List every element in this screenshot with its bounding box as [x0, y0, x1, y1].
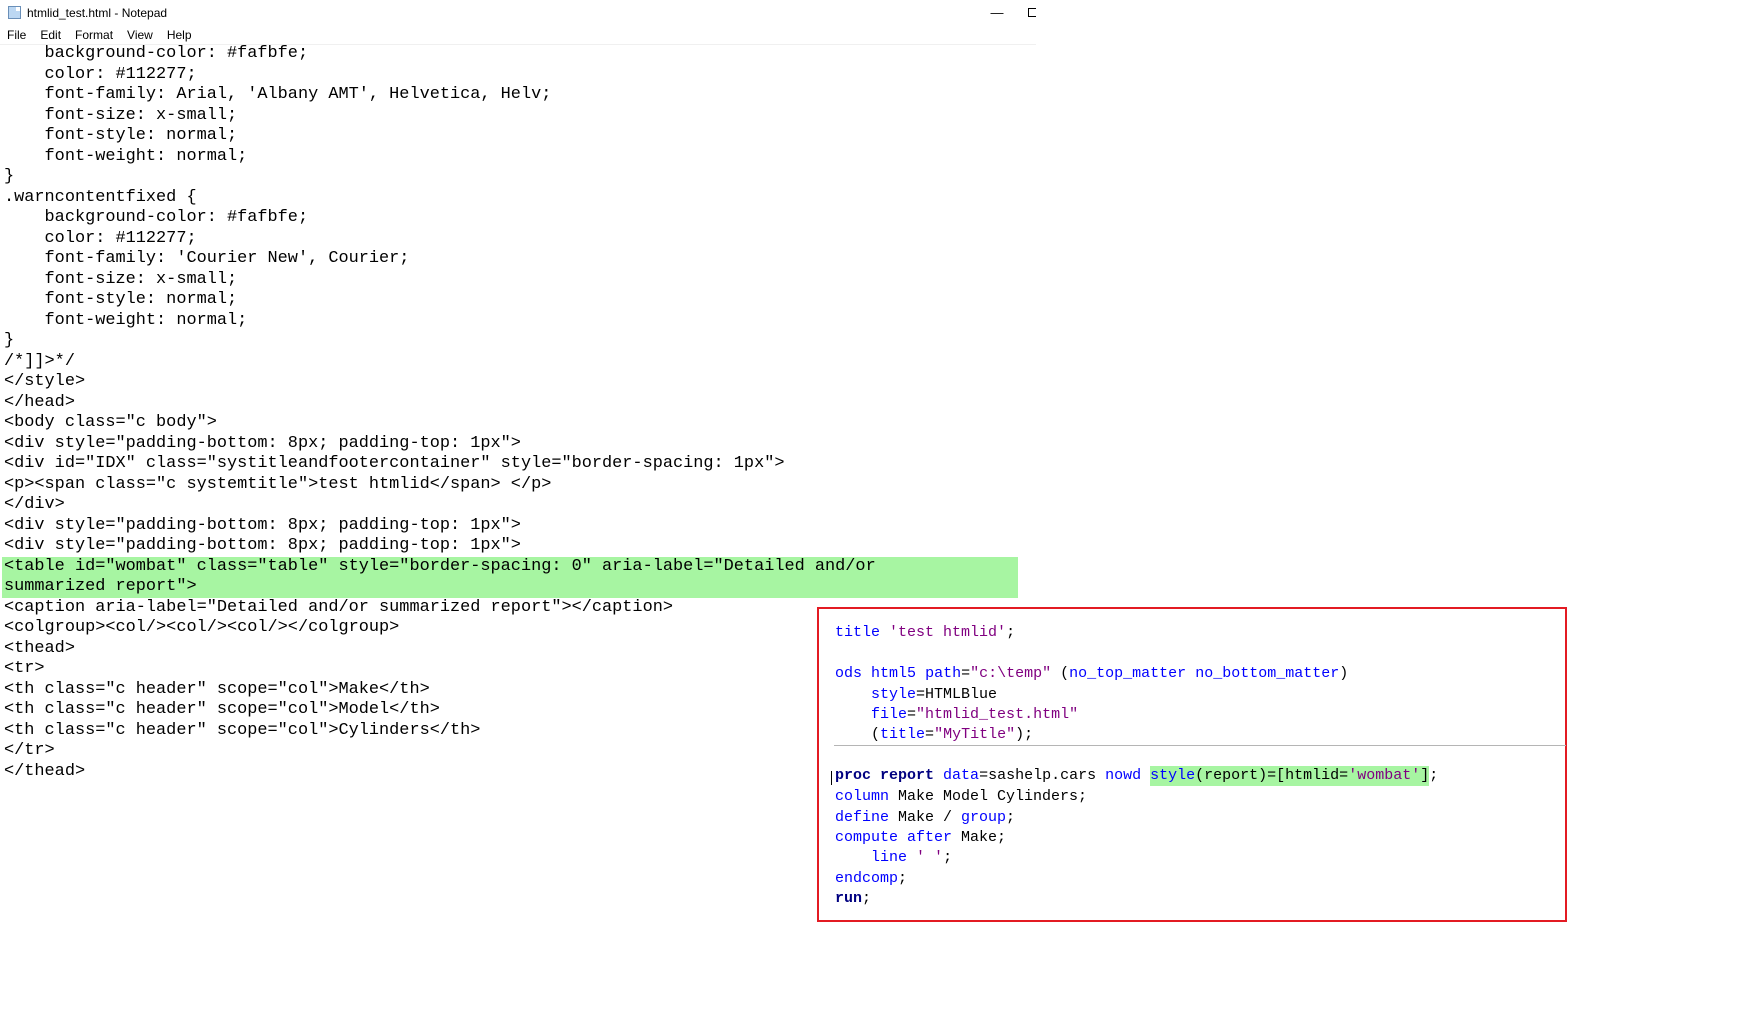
- code-line: font-style: normal;: [4, 126, 238, 145]
- sas-line-endcomp: endcomp;: [835, 870, 908, 887]
- code-line: font-size: x-small;: [4, 105, 238, 125]
- code-line: background-color: #fafbfe;: [4, 208, 309, 227]
- title-bar[interactable]: htmlid_test.html - Notepad —: [0, 0, 1036, 26]
- sas-line-title: title 'test htmlid';: [835, 624, 1016, 641]
- menu-bar: File Edit Format View Help: [0, 27, 199, 43]
- sas-code-panel: title 'test htmlid'; ods html5 path="c:\…: [817, 607, 1567, 922]
- code-line: font-weight: normal;: [4, 146, 248, 166]
- sas-line-proc: proc report data=sashelp.cars nowd style…: [835, 766, 1439, 786]
- code-line: </style>: [4, 372, 86, 391]
- highlighted-code-line: <table id="wombat" class="table" style="…: [2, 556, 1018, 577]
- window-title: htmlid_test.html - Notepad: [27, 6, 168, 20]
- style-option-highlight: style(report)=[htmlid='wombat']: [1150, 766, 1430, 786]
- code-line: font-size: x-small;: [4, 269, 238, 289]
- sas-line-title-opt: (title="MyTitle");: [871, 726, 1034, 743]
- code-line: font-weight: normal;: [4, 310, 248, 330]
- code-line: }: [4, 167, 15, 186]
- code-line: background-color: #fafbfe;: [4, 44, 309, 63]
- sas-line-ods: ods html5 path="c:\temp" (no_top_matter …: [835, 665, 1349, 682]
- sas-line-file: file="htmlid_test.html": [871, 706, 1079, 723]
- code-line: </div>: [4, 495, 65, 514]
- sas-line-line: line ' ';: [871, 849, 953, 866]
- sas-line-style: style=HTMLBlue: [871, 686, 998, 703]
- maximize-button[interactable]: [1028, 8, 1036, 17]
- code-line: }: [4, 331, 15, 350]
- code-line: <div id="IDX" class="systitleandfooterco…: [4, 454, 785, 473]
- code-line: font-family: 'Courier New', Courier;: [4, 249, 410, 268]
- notepad-icon: [8, 6, 21, 19]
- code-line: /*]]>*/: [4, 351, 75, 371]
- code-line: <div style="padding-bottom: 8px; padding…: [4, 536, 521, 555]
- sas-line-run: run;: [835, 890, 872, 907]
- code-line: color: #112277;: [4, 228, 197, 248]
- code-line: <div style="padding-bottom: 8px; padding…: [4, 515, 521, 535]
- menu-file[interactable]: File: [0, 27, 33, 43]
- menu-format[interactable]: Format: [68, 27, 120, 43]
- highlighted-code-line: summarized report">: [2, 577, 1018, 598]
- code-divider: [834, 745, 1566, 746]
- sas-line-define: define Make / group;: [835, 809, 1016, 826]
- minimize-button[interactable]: —: [984, 2, 1010, 24]
- menu-edit[interactable]: Edit: [33, 27, 68, 43]
- sas-line-compute: compute after Make;: [835, 829, 1007, 846]
- code-line: color: #112277;: [4, 64, 197, 84]
- code-line: .warncontentfixed {: [4, 187, 197, 207]
- code-line: <div style="padding-bottom: 8px; padding…: [4, 433, 521, 453]
- code-line: <p><span class="c systemtitle">test html…: [4, 474, 552, 494]
- code-line: <body class="c body">: [4, 413, 217, 432]
- code-line: font-style: normal;: [4, 290, 238, 309]
- menu-view[interactable]: View: [120, 27, 160, 43]
- sas-line-column: column Make Model Cylinders;: [835, 788, 1088, 805]
- code-line: </head>: [4, 392, 75, 412]
- text-caret: [831, 771, 832, 785]
- code-line: font-family: Arial, 'Albany AMT', Helvet…: [4, 85, 552, 104]
- menu-help[interactable]: Help: [160, 27, 199, 43]
